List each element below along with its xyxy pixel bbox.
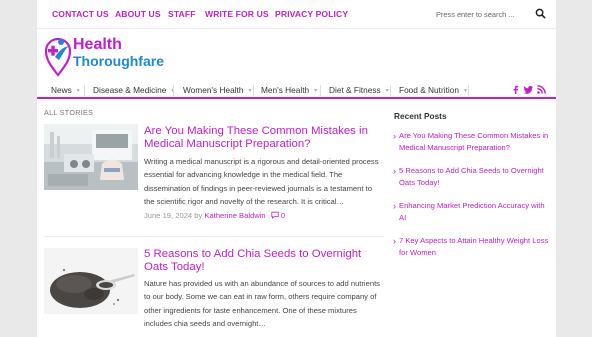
recent-post-link[interactable]: Enhancing Market Prediction Accuracy wit… bbox=[393, 200, 552, 224]
section-label: ALL STORIES bbox=[44, 108, 94, 117]
medical-lab-image bbox=[44, 124, 138, 190]
post-title[interactable]: 5 Reasons to Add Chia Seeds to Overnight… bbox=[144, 248, 384, 274]
chevron-down-icon: ▼ bbox=[75, 88, 81, 94]
nav-item-diet-fitness[interactable]: Diet & Fitness ▼ bbox=[329, 82, 390, 97]
chevron-down-icon: ▼ bbox=[247, 88, 253, 94]
nav-label: Diet & Fitness bbox=[329, 85, 381, 95]
site-logo[interactable]: Health Thoroughfare bbox=[44, 33, 184, 78]
nav-item-disease-medicine[interactable]: Disease & Medicine▼ bbox=[93, 82, 175, 97]
twitter-icon[interactable] bbox=[523, 85, 534, 94]
nav-item-womens-health[interactable]: Women's Health ▼ bbox=[183, 82, 252, 97]
recent-post-link[interactable]: 5 Reasons to Add Chia Seeds to Overnight… bbox=[393, 165, 552, 189]
nav-item-news[interactable]: News ▼ bbox=[51, 82, 81, 97]
top-bar: CONTACT US ABOUT US STAFF WRITE FOR US P… bbox=[37, 0, 556, 29]
nav-divider bbox=[173, 85, 174, 96]
post-divider bbox=[44, 236, 384, 237]
nav-item-mens-health[interactable]: Men's Health ▼ bbox=[261, 82, 318, 97]
recent-post-link[interactable]: 7 Key Aspects to Attain Healthy Weight L… bbox=[393, 235, 552, 259]
logo-line-1: Health bbox=[73, 36, 122, 53]
rss-icon[interactable] bbox=[537, 85, 546, 94]
post-excerpt: Writing a medical manuscript is a rigoro… bbox=[144, 157, 379, 206]
chevron-down-icon: ▼ bbox=[384, 88, 390, 94]
logo-pin-icon bbox=[44, 37, 72, 77]
post-excerpt: Nature has provided us with an abundance… bbox=[144, 279, 380, 328]
search-icon[interactable] bbox=[535, 8, 546, 19]
nav-divider bbox=[253, 85, 254, 96]
nav-label: Disease & Medicine bbox=[93, 85, 167, 95]
nav-divider bbox=[468, 85, 469, 96]
recent-post-item[interactable]: 5 Reasons to Add Chia Seeds to Overnight… bbox=[393, 165, 552, 189]
comment-count[interactable]: 0 bbox=[281, 211, 285, 220]
nav-divider bbox=[390, 85, 391, 96]
nav-label: Men's Health bbox=[261, 85, 310, 95]
recent-posts-heading: Recent Posts bbox=[394, 111, 447, 121]
chia-seeds-image bbox=[44, 248, 138, 314]
write-for-us-link[interactable]: WRITE FOR US bbox=[205, 9, 269, 19]
nav-label: News bbox=[51, 85, 72, 95]
recent-post-link[interactable]: Are You Making These Common Mistakes in … bbox=[393, 130, 552, 154]
contact-us-link[interactable]: CONTACT US bbox=[52, 9, 109, 19]
nav-item-food-nutrition[interactable]: Food & Nutrition ▼ bbox=[399, 82, 468, 97]
post-author-link[interactable]: Katherine Baldwin bbox=[204, 211, 265, 220]
main-nav: News▼ Disease & Medicine▼ Women's Health… bbox=[37, 82, 556, 99]
chevron-down-icon: ▼ bbox=[313, 88, 319, 94]
recent-post-item[interactable]: Enhancing Market Prediction Accuracy wit… bbox=[393, 200, 552, 224]
page: CONTACT US ABOUT US STAFF WRITE FOR US P… bbox=[37, 0, 556, 337]
facebook-icon[interactable] bbox=[511, 85, 520, 94]
nav-label: Women's Health bbox=[183, 85, 244, 95]
comment-icon[interactable] bbox=[271, 211, 279, 219]
post-date: June 19, 2024 bbox=[144, 211, 193, 220]
post-thumbnail-chia[interactable] bbox=[44, 248, 138, 314]
staff-link[interactable]: STAFF bbox=[168, 9, 196, 19]
about-us-link[interactable]: ABOUT US bbox=[115, 9, 161, 19]
search-input[interactable] bbox=[436, 7, 549, 22]
post-title[interactable]: Are You Making These Common Mistakes in … bbox=[144, 125, 384, 151]
nav-label: Food & Nutrition bbox=[399, 85, 459, 95]
recent-post-item[interactable]: 7 Key Aspects to Attain Healthy Weight L… bbox=[393, 235, 552, 259]
post-meta: June 19, 2024 by Katherine Baldwin 0 bbox=[144, 211, 285, 220]
nav-divider bbox=[320, 85, 321, 96]
privacy-policy-link[interactable]: PRIVACY POLICY bbox=[275, 9, 348, 19]
nav-divider bbox=[84, 85, 85, 96]
recent-post-item[interactable]: Are You Making These Common Mistakes in … bbox=[393, 130, 552, 154]
logo-line-2: Thoroughfare bbox=[73, 53, 164, 69]
logo-wordmark: Health Thoroughfare bbox=[73, 36, 164, 70]
post-thumbnail-medical[interactable] bbox=[44, 124, 138, 190]
post-by: by bbox=[194, 211, 203, 220]
